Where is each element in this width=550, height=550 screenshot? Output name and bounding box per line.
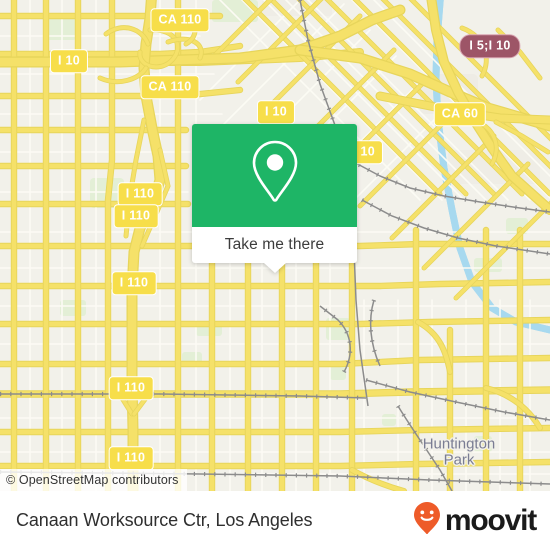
highway-shield: CA 110	[150, 8, 210, 32]
take-me-there-label: Take me there	[224, 236, 325, 253]
map-canvas[interactable]: .rd { stroke:#f5e169; fill:none; stroke-…	[0, 0, 550, 491]
moovit-logo[interactable]: moovit	[413, 501, 537, 540]
highway-shield: I 110	[111, 271, 157, 295]
place-title: Canaan Worksource Ctr, Los Angeles	[16, 510, 313, 530]
highway-shield: I 110	[117, 182, 163, 206]
highway-shield: I 110	[108, 376, 154, 400]
highway-shield: CA 110	[140, 75, 200, 99]
destination-popup[interactable]: Take me there	[192, 124, 357, 273]
map-pin-icon	[247, 137, 303, 214]
moovit-map-screenshot: .rd { stroke:#f5e169; fill:none; stroke-…	[0, 0, 550, 550]
footer-bar: Canaan Worksource Ctr, Los Angeles moovi…	[0, 491, 550, 550]
highway-shield: I 110	[113, 204, 159, 228]
highway-shield: I 110	[108, 446, 154, 470]
moovit-smiley-pin-icon	[413, 501, 441, 540]
highway-shield: I 10	[49, 49, 89, 73]
place-name-label: Huntington Park	[422, 435, 496, 468]
highway-shield: I 10	[256, 100, 296, 124]
popup-action-bar[interactable]: Take me there	[192, 227, 357, 273]
moovit-wordmark: moovit	[444, 503, 537, 537]
popup-tail	[263, 263, 286, 273]
osm-attribution[interactable]: © OpenStreetMap contributors	[0, 469, 187, 491]
highway-shield: CA 60	[433, 102, 487, 126]
footer-content: Canaan Worksource Ctr, Los Angeles moovi…	[0, 491, 550, 550]
highway-shield: I 5;I 10	[459, 34, 521, 58]
popup-header	[192, 124, 357, 227]
